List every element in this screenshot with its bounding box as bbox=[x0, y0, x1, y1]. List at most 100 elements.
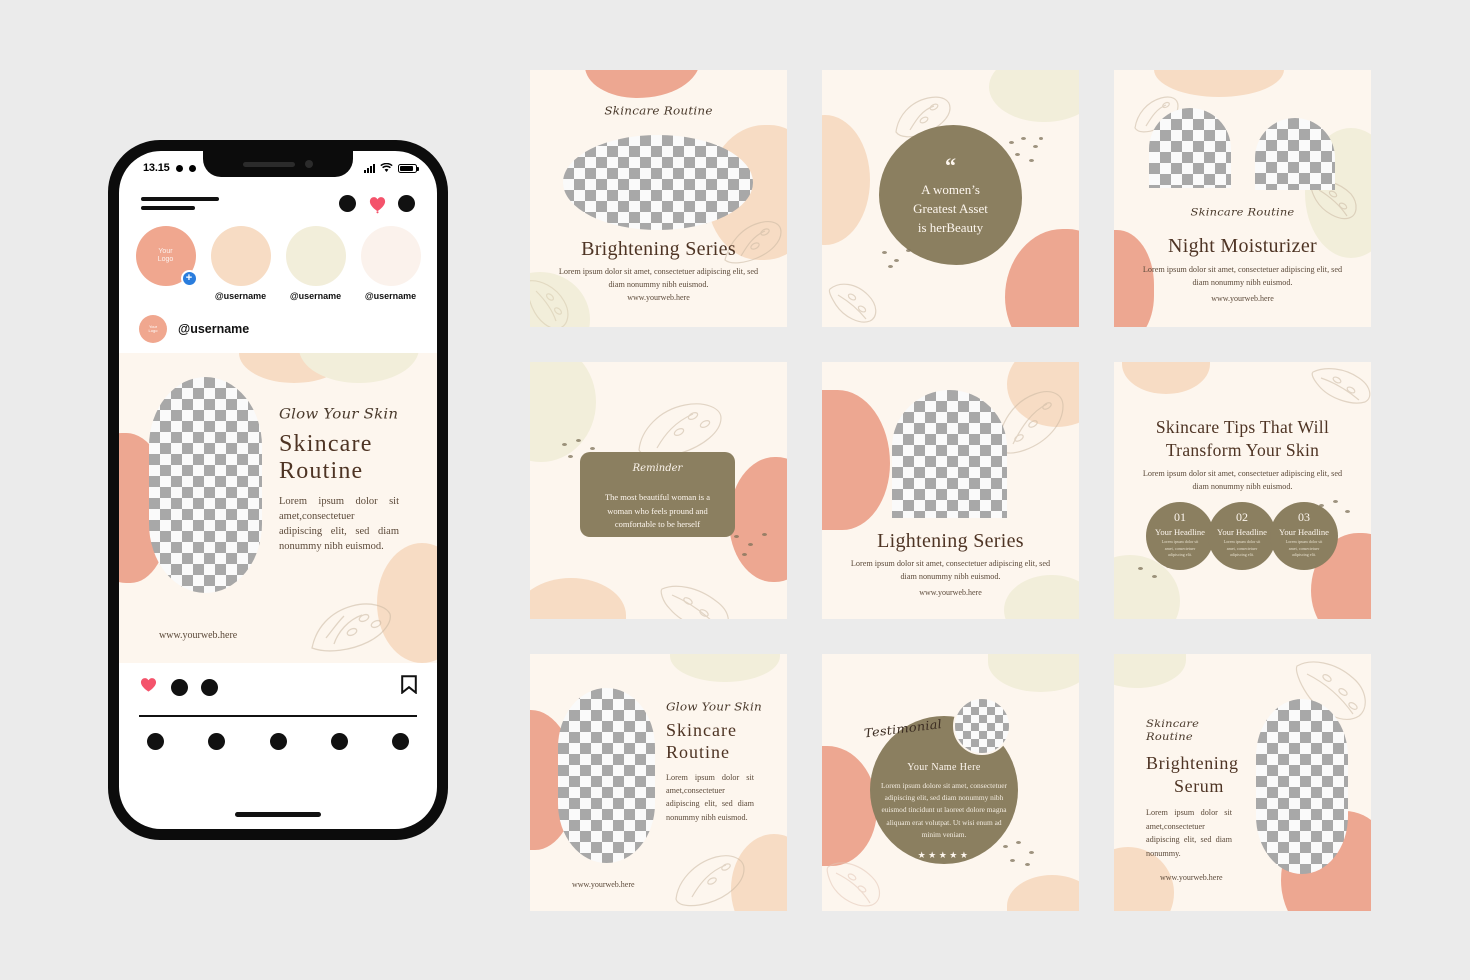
tab-bar bbox=[119, 717, 437, 750]
step-circle-02[interactable]: 02 Your Headline Lorem ipsum dolor sit a… bbox=[1208, 502, 1276, 570]
card-script-title: Glow Your Skin bbox=[666, 700, 762, 714]
avatar[interactable] bbox=[210, 226, 271, 286]
card-lightening-series[interactable]: Lightening Series Lorem ipsum dolor sit … bbox=[822, 362, 1079, 619]
card-script-title: Skincare Routine bbox=[1146, 717, 1200, 743]
circle-icon[interactable] bbox=[398, 195, 415, 212]
decorative-blob bbox=[988, 654, 1079, 692]
quote-line-3: is herBeauty bbox=[917, 220, 984, 236]
story-username: @username bbox=[364, 291, 417, 301]
card-brightening-serum[interactable]: Skincare Routine Brightening Serum Lorem… bbox=[1114, 654, 1371, 911]
wifi-icon bbox=[380, 163, 393, 172]
home-icon[interactable] bbox=[147, 733, 164, 750]
add-story-button[interactable]: + bbox=[180, 270, 198, 287]
testimonial-body: Lorem ipsum dolore sit amet, consectetue… bbox=[880, 781, 1007, 839]
decorative-blob bbox=[1114, 654, 1186, 688]
circle-icon[interactable] bbox=[339, 195, 356, 212]
card-web-url: www.yourweb.here bbox=[627, 293, 690, 302]
avatar[interactable]: Your Logo + bbox=[135, 226, 198, 287]
card-title-line1: Skincare bbox=[666, 720, 737, 740]
card-quote[interactable]: “ A women’s Greatest Asset is herBeauty bbox=[822, 70, 1079, 327]
image-placeholder bbox=[558, 688, 655, 863]
status-dot-icon bbox=[175, 164, 183, 172]
decorative-blob bbox=[670, 654, 780, 682]
stories-row: Your Logo + @username @username @username bbox=[119, 218, 437, 301]
status-bar-left: 13.15 bbox=[143, 162, 196, 174]
card-text-block: Skincare Routine Brightening Serum Lorem… bbox=[1146, 716, 1248, 882]
brand-logo bbox=[141, 197, 219, 210]
quote-mark: “ bbox=[945, 153, 956, 179]
post-author-row[interactable]: Your Logo @username bbox=[119, 301, 437, 353]
avatar[interactable] bbox=[285, 226, 346, 286]
step-number: 01 bbox=[1174, 510, 1186, 524]
battery-icon bbox=[398, 163, 419, 173]
step-headline: Your Headline bbox=[1155, 527, 1205, 537]
profile-icon[interactable] bbox=[392, 733, 409, 750]
post-image[interactable]: Glow Your Skin Skincare Routine Lorem ip… bbox=[119, 353, 437, 663]
heart-icon[interactable] bbox=[368, 195, 386, 214]
avatar[interactable]: Your Logo bbox=[139, 315, 167, 343]
image-placeholder bbox=[1255, 118, 1335, 190]
card-brightening-series[interactable]: Skincare Routine Brightening Series Lore… bbox=[530, 70, 787, 327]
card-title: Lightening Series bbox=[877, 530, 1024, 552]
status-time: 13.15 bbox=[143, 162, 170, 174]
story-item[interactable]: @username bbox=[210, 226, 271, 301]
post-script-title: Glow Your Skin bbox=[279, 405, 399, 423]
monstera-leaf-icon bbox=[826, 853, 888, 909]
avatar-label: Your Logo bbox=[148, 323, 158, 333]
post-username: @username bbox=[178, 322, 250, 336]
monstera-leaf-icon bbox=[1311, 364, 1371, 406]
image-placeholder bbox=[149, 377, 262, 593]
quote-text-block: “ A women’s Greatest Asset is herBeauty bbox=[879, 125, 1022, 265]
reminder-script-title: Reminder bbox=[632, 463, 683, 474]
decorative-blob bbox=[989, 70, 1079, 122]
header-icons bbox=[339, 195, 415, 214]
card-title: Night Moisturizer bbox=[1168, 235, 1317, 257]
card-night-moisturizer[interactable]: Skincare Routine Night Moisturizer Lorem… bbox=[1114, 70, 1371, 327]
reels-icon[interactable] bbox=[269, 733, 287, 750]
phone-screen: 13.15 Your Logo + @username @username @u… bbox=[119, 151, 437, 829]
decorative-blob bbox=[822, 390, 890, 530]
dots-decoration bbox=[732, 531, 777, 561]
bookmark-icon[interactable] bbox=[401, 675, 417, 699]
story-item[interactable]: @username bbox=[285, 226, 346, 301]
search-icon[interactable] bbox=[208, 733, 226, 750]
comment-icon[interactable] bbox=[171, 678, 188, 696]
card-title-line2: Serum bbox=[1174, 775, 1224, 796]
step-circle-03[interactable]: 03 Your Headline Lorem ipsum dolor sit a… bbox=[1270, 502, 1338, 570]
story-item[interactable]: @username bbox=[360, 226, 421, 301]
card-skincare-routine[interactable]: Glow Your Skin Skincare Routine Lorem ip… bbox=[530, 654, 787, 911]
card-script-title: Skincare Routine bbox=[1190, 205, 1295, 219]
avatar[interactable] bbox=[360, 226, 421, 286]
post-text-block: Glow Your Skin Skincare Routine Lorem ip… bbox=[279, 405, 429, 555]
step-text: Lorem ipsum dolor sit amet, consectetuer… bbox=[1285, 539, 1323, 558]
card-title-line1: Brightening bbox=[1146, 753, 1239, 773]
card-body: Lorem ipsum dolor sit amet, consectetuer… bbox=[558, 267, 759, 289]
heart-icon[interactable] bbox=[139, 676, 158, 698]
cellular-signal-icon bbox=[364, 163, 375, 173]
card-web-url: www.yourweb.here bbox=[919, 588, 982, 597]
card-title-line2: Routine bbox=[666, 741, 730, 762]
step-circle-01[interactable]: 01 Your Headline Lorem ipsum dolor sit a… bbox=[1146, 502, 1214, 570]
monstera-leaf-icon bbox=[658, 581, 736, 619]
rating-stars: ★★★★★ bbox=[917, 850, 971, 861]
post-web-url: www.yourweb.here bbox=[159, 630, 238, 641]
story-item-your-logo[interactable]: Your Logo + bbox=[135, 226, 198, 301]
home-indicator[interactable] bbox=[235, 812, 321, 817]
card-reminder[interactable]: Reminder The most beautiful woman is a w… bbox=[530, 362, 787, 619]
post-body: Lorem ipsum dolor sit amet,consectetuer … bbox=[279, 495, 399, 553]
share-icon[interactable] bbox=[201, 678, 218, 696]
card-title: Brightening Series bbox=[581, 238, 736, 260]
card-skincare-tips[interactable]: Skincare Tips That Will Transform Your S… bbox=[1114, 362, 1371, 619]
app-header bbox=[119, 181, 437, 218]
speaker-grille-icon bbox=[243, 161, 295, 167]
card-body: Lorem ipsum dolor sit amet,consectetuer … bbox=[1146, 808, 1232, 858]
status-dot-icon bbox=[188, 164, 196, 172]
image-placeholder bbox=[1256, 699, 1348, 874]
image-placeholder bbox=[1149, 108, 1231, 188]
shop-icon[interactable] bbox=[330, 733, 348, 750]
testimonial-text-block: Your Name Here Lorem ipsum dolore sit am… bbox=[880, 762, 1008, 861]
card-testimonial[interactable]: Testimonial Your Name Here Lorem ipsum d… bbox=[822, 654, 1079, 911]
reminder-box: Reminder The most beautiful woman is a w… bbox=[580, 452, 735, 537]
post-title-line1: Skincare bbox=[279, 431, 373, 457]
avatar-label: Your Logo bbox=[157, 247, 174, 263]
